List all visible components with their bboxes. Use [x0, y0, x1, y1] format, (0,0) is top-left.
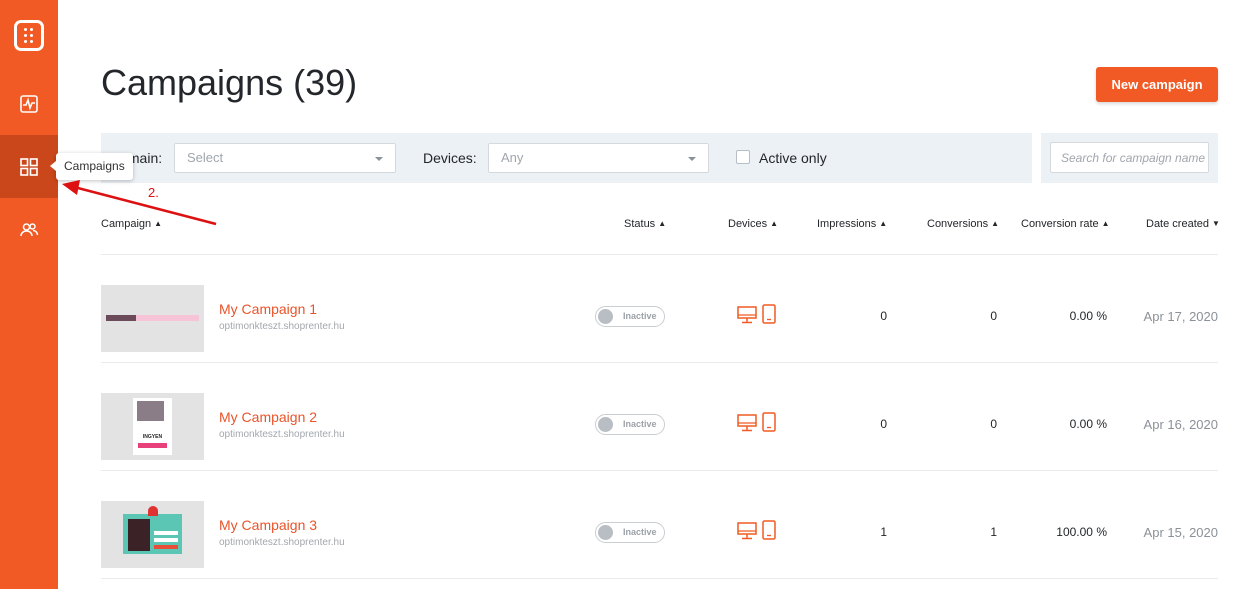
conversions-value: 1 — [990, 525, 997, 539]
desktop-icon — [737, 306, 757, 324]
col-header-devices[interactable]: Devices ▲︎ — [728, 218, 778, 230]
status-label: Inactive — [623, 419, 657, 429]
sort-icon: ▲︎ — [658, 219, 667, 228]
toggle-knob — [598, 525, 613, 540]
table-row: INGYEN My Campaign 2 optimonkteszt.shopr… — [101, 363, 1218, 471]
mobile-icon — [762, 304, 776, 324]
conversion-rate-value: 0.00 % — [1069, 417, 1107, 431]
sort-icon: ▲︎ — [991, 219, 1000, 228]
sort-icon: ▲︎ — [1101, 219, 1110, 228]
impressions-value: 0 — [880, 309, 887, 323]
conversions-value: 0 — [990, 417, 997, 431]
col-header-campaign[interactable]: Campaign ▲︎ — [101, 218, 162, 230]
date-created-value: Apr 15, 2020 — [1143, 525, 1218, 540]
impressions-value: 1 — [880, 525, 887, 539]
desktop-icon — [737, 522, 757, 540]
mobile-icon — [762, 412, 776, 432]
campaign-domain: optimonkteszt.shoprenter.hu — [219, 429, 345, 440]
campaign-thumbnail[interactable] — [101, 501, 204, 568]
date-created-value: Apr 16, 2020 — [1143, 417, 1218, 432]
row-divider — [101, 578, 1218, 579]
campaign-name-link[interactable]: My Campaign 2 — [219, 409, 317, 425]
annotation-arrow-icon — [62, 180, 217, 226]
devices-select[interactable]: Any — [488, 143, 709, 173]
campaign-thumbnail[interactable] — [101, 285, 204, 352]
date-created-value: Apr 17, 2020 — [1143, 309, 1218, 324]
desktop-icon — [737, 414, 757, 432]
col-header-conversions[interactable]: Conversions ▲︎ — [927, 218, 999, 230]
thumbnail-text: INGYEN — [142, 434, 163, 440]
campaign-name-link[interactable]: My Campaign 1 — [219, 301, 317, 317]
status-toggle[interactable]: Inactive — [595, 522, 665, 543]
status-toggle[interactable]: Inactive — [595, 414, 665, 435]
status-label: Inactive — [623, 527, 657, 537]
campaign-domain: optimonkteszt.shoprenter.hu — [219, 321, 345, 332]
toggle-knob — [598, 309, 613, 324]
campaign-domain: optimonkteszt.shoprenter.hu — [219, 537, 345, 548]
chevron-down-icon — [688, 157, 696, 161]
table-row: My Campaign 3 optimonkteszt.shoprenter.h… — [101, 471, 1218, 579]
new-campaign-button[interactable]: New campaign — [1096, 67, 1218, 102]
campaign-search-input[interactable] — [1050, 142, 1209, 173]
toggle-knob — [598, 417, 613, 432]
active-only-label[interactable]: Active only — [759, 150, 827, 166]
sort-desc-icon: ▼︎ — [1211, 219, 1220, 228]
conversions-value: 0 — [990, 309, 997, 323]
col-header-status[interactable]: Status ▲︎ — [624, 218, 666, 230]
campaign-name-link[interactable]: My Campaign 3 — [219, 517, 317, 533]
sort-icon: ▲︎ — [770, 219, 779, 228]
sort-icon: ▲︎ — [154, 219, 163, 228]
col-header-impressions[interactable]: Impressions ▲︎ — [817, 218, 887, 230]
devices-filter-label: Devices: — [423, 150, 477, 166]
mobile-icon — [762, 520, 776, 540]
status-label: Inactive — [623, 311, 657, 321]
table-row: My Campaign 1 optimonkteszt.shoprenter.h… — [101, 255, 1218, 363]
status-toggle[interactable]: Inactive — [595, 306, 665, 327]
devices-select-value: Any — [501, 150, 524, 165]
active-only-checkbox[interactable] — [736, 150, 750, 164]
conversion-rate-value: 100.00 % — [1056, 525, 1107, 539]
col-header-date-created[interactable]: Date created ▼︎ — [1146, 218, 1220, 230]
chevron-down-icon — [375, 157, 383, 161]
col-header-conversion-rate[interactable]: Conversion rate ▲︎ — [1021, 218, 1110, 230]
impressions-value: 0 — [880, 417, 887, 431]
annotation-step-label: 2. — [148, 185, 159, 200]
sort-icon: ▲︎ — [879, 219, 888, 228]
campaign-thumbnail[interactable]: INGYEN — [101, 393, 204, 460]
conversion-rate-value: 0.00 % — [1069, 309, 1107, 323]
